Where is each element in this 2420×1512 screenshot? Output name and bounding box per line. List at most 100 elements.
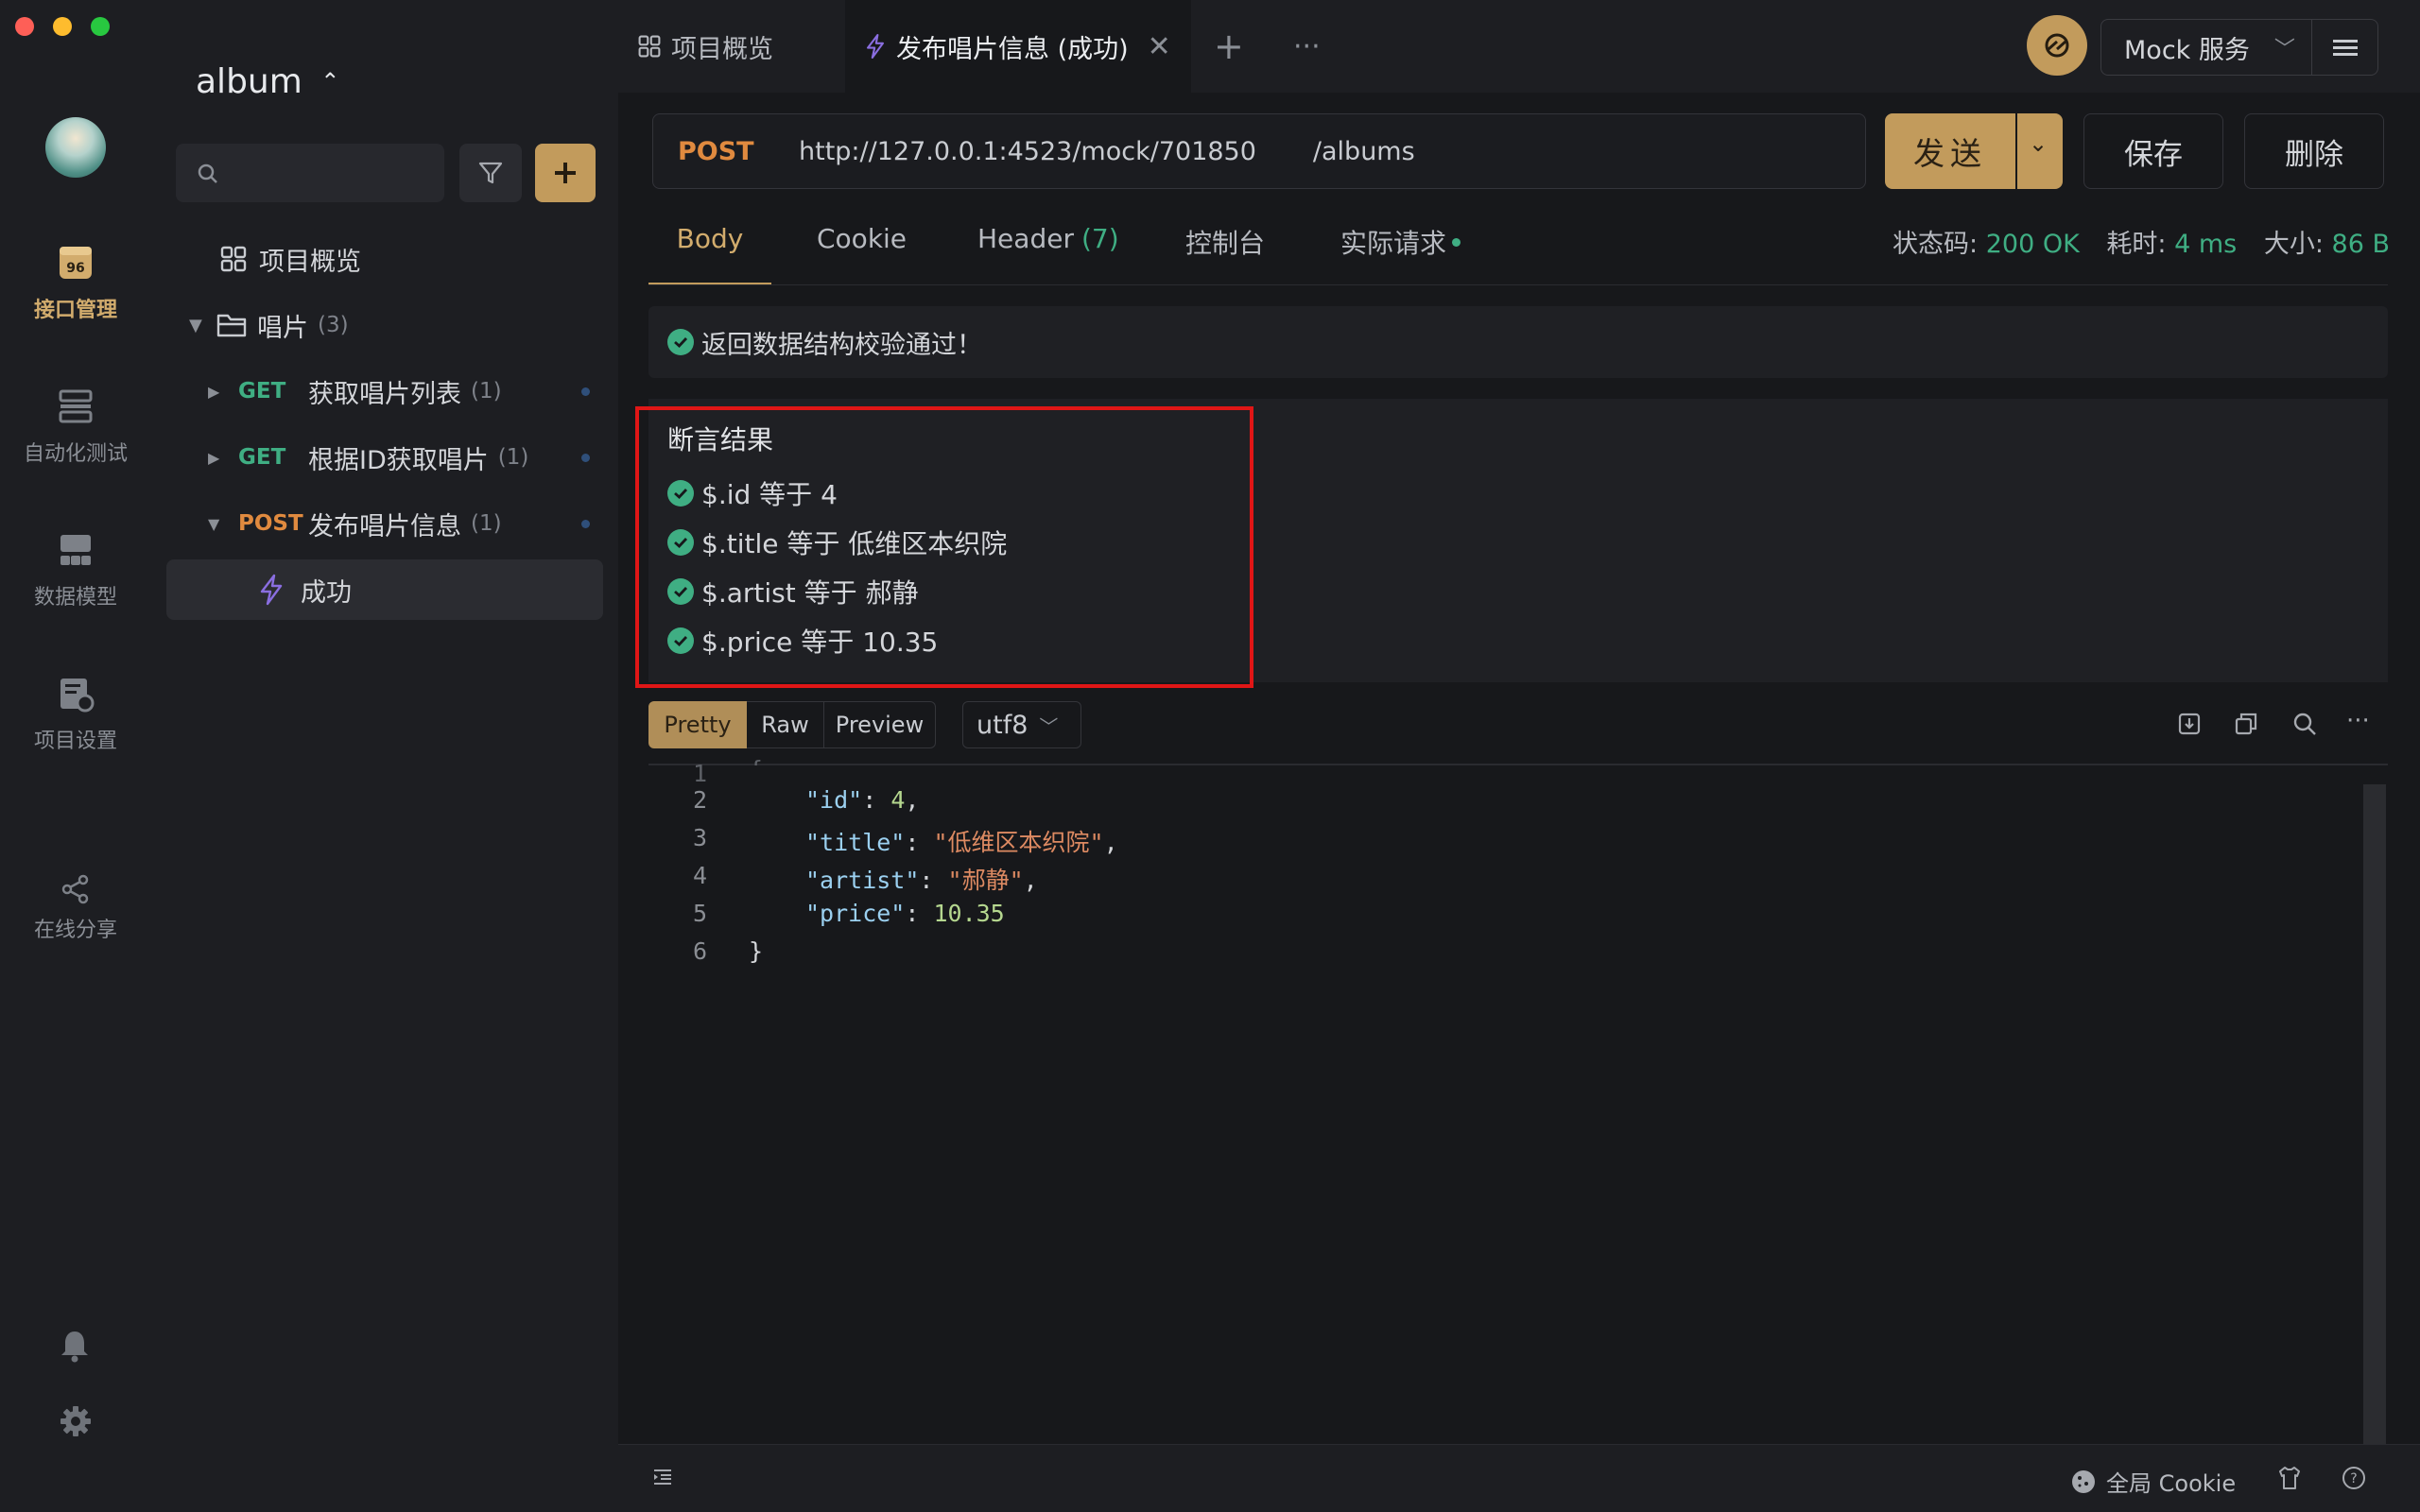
tab-actual-request[interactable]: 实际请求 <box>1340 215 1461 285</box>
send-options-button[interactable]: ⌄ <box>2017 113 2063 189</box>
svg-text:96: 96 <box>66 261 84 276</box>
line-number: 4 <box>692 862 707 889</box>
rail-item-share[interactable]: 在线分享 <box>0 873 151 943</box>
indent-icon[interactable] <box>652 1467 673 1487</box>
user-avatar[interactable] <box>45 117 106 178</box>
data-model-icon <box>60 535 91 565</box>
more-options-icon[interactable]: ··· <box>2346 707 2370 735</box>
api-tree-sidebar <box>151 0 618 1512</box>
delete-button[interactable]: 删除 <box>2244 113 2384 189</box>
tree-endpoint-get-album-list[interactable]: ▶ GET 获取唱片列表 (1) <box>166 361 603 421</box>
close-tab-icon[interactable]: ✕ <box>1148 30 1171 63</box>
assertion-item: $.id 等于 4 <box>667 474 838 512</box>
copy-icon[interactable] <box>2233 711 2259 737</box>
filter-icon <box>478 162 503 184</box>
mock-service-select[interactable]: Mock 服务 ﹀ <box>2100 19 2312 76</box>
automation-test-icon <box>59 389 93 423</box>
tab-cookie[interactable]: Cookie <box>817 215 907 285</box>
assertion-title: 断言结果 <box>667 424 774 455</box>
view-raw-button[interactable]: Raw <box>747 701 824 748</box>
rail-item-project-settings[interactable]: 项目设置 <box>0 673 151 754</box>
caret-down-icon: ▼ <box>208 514 220 533</box>
schema-validation-banner: 返回数据结构校验通过！ <box>648 306 2388 378</box>
download-icon[interactable] <box>2176 711 2203 737</box>
tree-item-overview[interactable]: 项目概览 <box>166 229 603 289</box>
path-input[interactable]: /albums <box>1313 137 1415 166</box>
line-number: 5 <box>692 900 707 927</box>
status-dot <box>1452 238 1461 247</box>
line-number: 2 <box>692 786 707 814</box>
code-open-brace: { <box>749 756 763 765</box>
updown-chevron-icon: ⌃ <box>320 68 340 94</box>
folder-icon <box>216 314 247 337</box>
code-line-price: "price": 10.35 <box>805 900 1005 927</box>
plus-icon <box>555 163 576 183</box>
window-close-button[interactable] <box>15 17 34 36</box>
sync-button[interactable] <box>2027 15 2087 76</box>
editor-scrollbar[interactable] <box>2363 784 2386 1444</box>
grid-icon <box>220 246 247 272</box>
chevron-down-icon: ⌄ <box>2029 130 2048 157</box>
check-circle-icon <box>667 529 694 556</box>
more-tabs-button[interactable]: ··· <box>1293 0 1335 93</box>
tree-endpoint-get-album-by-id[interactable]: ▶ GET 根据ID获取唱片 (1) <box>166 427 603 488</box>
caret-down-icon: ▼ <box>189 315 202 335</box>
ellipsis-icon: ··· <box>1293 29 1321 63</box>
encoding-select[interactable]: utf8 ﹀ <box>962 701 1081 748</box>
plus-icon: + <box>1214 26 1244 67</box>
check-circle-icon <box>667 329 694 355</box>
sync-icon <box>2045 33 2069 58</box>
tab-project-overview[interactable]: 项目概览 <box>637 0 845 93</box>
tab-body[interactable]: Body <box>648 215 771 285</box>
status-dot <box>581 453 590 462</box>
search-icon <box>198 163 217 183</box>
line-number: 6 <box>692 937 707 965</box>
check-circle-icon <box>667 578 694 605</box>
grid-icon <box>638 35 661 58</box>
send-button[interactable]: 发送 <box>1885 113 2015 189</box>
project-switcher[interactable]: album ⌃ <box>196 62 339 101</box>
new-tab-button[interactable]: + <box>1214 0 1255 93</box>
global-cookie-button[interactable]: 全局 Cookie <box>2070 1465 2236 1498</box>
search-icon[interactable] <box>2291 711 2318 737</box>
save-button[interactable]: 保存 <box>2083 113 2223 189</box>
shirt-icon[interactable] <box>2276 1465 2303 1491</box>
window-minimize-button[interactable] <box>53 17 72 36</box>
check-circle-icon <box>667 627 694 654</box>
view-preview-button[interactable]: Preview <box>824 701 936 748</box>
rail-item-api-management[interactable]: 96 接口管理 <box>0 242 151 323</box>
assertion-item: $.title 等于 低维区本织院 <box>667 524 1007 561</box>
api-management-icon: 96 <box>60 247 92 279</box>
svg-text:?: ? <box>2350 1471 2357 1486</box>
lightning-icon <box>866 33 885 60</box>
bell-icon[interactable] <box>59 1329 91 1363</box>
tab-console[interactable]: 控制台 <box>1185 215 1265 285</box>
tree-search-input[interactable] <box>176 144 444 202</box>
chevron-down-icon: ﹀ <box>1039 714 1059 738</box>
response-status: 状态码: 200 OK 耗时: 4 ms 大小: 86 B <box>1893 230 2390 259</box>
request-url-bar[interactable]: POST http://127.0.0.1:4523/mock/701850 /… <box>652 113 1866 189</box>
menu-button[interactable] <box>2312 19 2378 76</box>
window-zoom-button[interactable] <box>91 17 110 36</box>
project-settings-icon <box>60 679 95 713</box>
code-line-artist: "artist": "郝静", <box>805 867 1038 894</box>
tab-header[interactable]: Header (7) <box>977 215 1119 285</box>
tree-case-success[interactable]: 成功 <box>166 559 603 620</box>
help-icon[interactable]: ? <box>2341 1465 2367 1491</box>
base-url: http://127.0.0.1:4523/mock/701850 <box>799 136 1256 166</box>
line-number: 1 <box>692 760 707 787</box>
add-button[interactable] <box>535 144 596 202</box>
filter-button[interactable] <box>459 144 522 202</box>
tree-endpoint-post-album[interactable]: ▼ POST 发布唱片信息 (1) <box>166 493 603 554</box>
assertion-item: $.artist 等于 郝静 <box>667 573 919 610</box>
code-line-id: "id": 4, <box>805 786 920 814</box>
share-icon <box>61 874 89 904</box>
rail-item-data-model[interactable]: 数据模型 <box>0 529 151 610</box>
gear-icon[interactable] <box>59 1404 93 1438</box>
rail-item-automation-test[interactable]: 自动化测试 <box>0 386 151 467</box>
tree-folder-albums[interactable]: ▼ 唱片 (3) <box>166 295 603 355</box>
tab-post-album-success[interactable]: 发布唱片信息 (成功) ✕ <box>845 0 1191 93</box>
method-select[interactable]: POST <box>678 137 799 166</box>
check-circle-icon <box>667 480 694 507</box>
view-pretty-button[interactable]: Pretty <box>648 701 747 748</box>
